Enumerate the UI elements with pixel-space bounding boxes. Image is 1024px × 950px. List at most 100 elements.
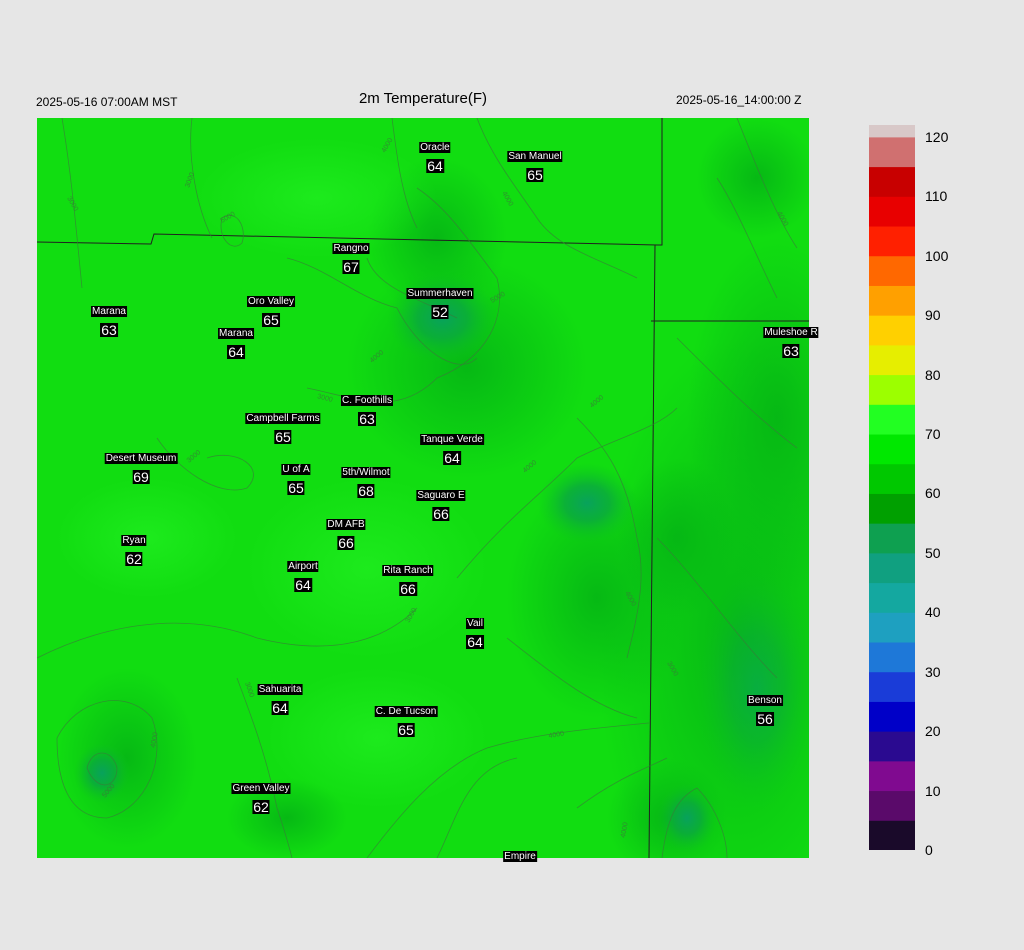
- station-benson: Benson 56: [747, 690, 783, 726]
- utc-time-label: 2025-05-16_14:00:00 Z: [676, 93, 802, 107]
- station-name: San Manuel: [507, 151, 563, 162]
- station-temp: 65: [526, 167, 544, 183]
- station-name: Oro Valley: [247, 296, 295, 307]
- station-temp: 64: [466, 634, 484, 650]
- station-name: Benson: [747, 695, 783, 706]
- station-name: Sahuarita: [257, 684, 303, 695]
- colorbar-label: 40: [925, 604, 941, 621]
- temperature-colorbar: [869, 125, 915, 850]
- colorbar-band: [869, 642, 915, 673]
- station-temp: 65: [274, 429, 292, 445]
- colorbar-label: 20: [925, 723, 941, 740]
- colorbar-band: [869, 612, 915, 643]
- station-temp: 63: [100, 322, 118, 338]
- station-temp: 66: [337, 535, 355, 551]
- station-marana-west: Marana 63: [91, 301, 127, 337]
- station-name: Airport: [287, 561, 319, 572]
- station-5th-wilmot: 5th/Wilmot 68: [341, 462, 391, 499]
- station-name: DM AFB: [326, 519, 366, 530]
- colorbar-band: [869, 125, 915, 138]
- colorbar-band: [869, 523, 915, 554]
- station-name: Tanque Verde: [420, 434, 484, 445]
- station-name: Saguaro E: [416, 490, 466, 501]
- colorbar-label: 70: [925, 426, 941, 443]
- station-temp: 64: [271, 700, 289, 716]
- station-temp: 64: [426, 158, 444, 174]
- station-empire: Empire: [503, 846, 537, 864]
- colorbar-band: [869, 552, 915, 584]
- station-temp: 62: [252, 799, 270, 815]
- colorbar-band: [869, 731, 915, 762]
- station-name: Summerhaven: [406, 288, 474, 299]
- station-temp: 65: [262, 312, 280, 328]
- station-temp: 62: [125, 551, 143, 567]
- station-name: Rangno: [332, 243, 370, 254]
- station-tanque-verde: Tanque Verde 64: [420, 429, 484, 465]
- station-saguaro-e: Saguaro E 66: [416, 485, 466, 522]
- colorbar-band: [869, 463, 915, 494]
- station-airport: Airport 64: [287, 556, 319, 592]
- local-time-label: 2025-05-16 07:00AM MST: [36, 95, 178, 109]
- station-sahuarita: Sahuarita 64: [257, 679, 303, 716]
- colorbar-band: [869, 226, 915, 257]
- colorbar-band: [869, 820, 915, 850]
- colorbar-band: [869, 760, 915, 792]
- colorbar-band: [869, 255, 915, 286]
- colorbar-band: [869, 374, 915, 405]
- station-vail: Vail 64: [466, 613, 484, 649]
- station-san-manuel: San Manuel 65: [507, 146, 563, 183]
- station-c-de-tucson: C. De Tucson 65: [374, 701, 438, 738]
- station-name: Muleshoe R: [763, 327, 819, 338]
- station-temp: 63: [782, 343, 800, 359]
- station-dm-afb: DM AFB 66: [326, 514, 366, 551]
- station-temp: 65: [287, 480, 305, 496]
- station-temp: 65: [397, 722, 415, 738]
- station-rita-ranch: Rita Ranch 66: [382, 560, 434, 597]
- colorbar-band: [869, 285, 915, 316]
- colorbar-band: [869, 166, 915, 197]
- station-name: U of A: [281, 464, 311, 475]
- station-summerhaven: Summerhaven 52: [406, 283, 474, 320]
- colorbar-band: [869, 404, 915, 435]
- colorbar-label: 110: [925, 188, 948, 205]
- colorbar-band: [869, 136, 915, 168]
- station-temp: 64: [227, 344, 245, 360]
- station-u-of-a: U of A 65: [281, 459, 311, 496]
- station-desert-museum: Desert Museum 69: [104, 448, 178, 484]
- colorbar-label: 120: [925, 128, 949, 145]
- station-temp: 66: [399, 581, 417, 597]
- colorbar-band: [869, 196, 915, 227]
- station-temp: 56: [756, 711, 774, 727]
- colorbar-band: [869, 344, 915, 376]
- colorbar-band: [869, 434, 915, 465]
- station-temp: 68: [357, 483, 375, 499]
- colorbar-band: [869, 790, 915, 821]
- station-rangno: Rangno 67: [332, 238, 370, 274]
- colorbar-label: 50: [925, 544, 941, 561]
- colorbar-band: [869, 701, 915, 732]
- colorbar-label: 0: [925, 842, 933, 858]
- station-green-valley: Green Valley 62: [231, 778, 291, 815]
- station-name: Rita Ranch: [382, 565, 434, 576]
- station-name: Vail: [466, 618, 484, 629]
- station-temp: 64: [443, 450, 461, 466]
- station-name: Campbell Farms: [245, 413, 321, 424]
- station-c-foothills: C. Foothills 63: [340, 390, 394, 426]
- station-name: Empire: [503, 851, 537, 862]
- colorbar-label: 10: [925, 782, 941, 799]
- station-marana: Marana 64: [218, 323, 254, 359]
- station-name: Ryan: [121, 535, 147, 546]
- station-name: 5th/Wilmot: [341, 467, 391, 478]
- colorbar-label: 60: [925, 485, 941, 502]
- station-name: C. Foothills: [340, 395, 394, 406]
- station-name: C. De Tucson: [374, 706, 438, 717]
- colorbar-label: 90: [925, 307, 941, 324]
- colorbar-band: [869, 671, 915, 702]
- station-temp: 52: [431, 304, 449, 320]
- colorbar-band: [869, 315, 915, 346]
- station-oro-valley: Oro Valley 65: [247, 291, 295, 327]
- station-temp: 66: [432, 506, 450, 522]
- station-name: Oracle: [419, 142, 451, 153]
- colorbar-label: 30: [925, 663, 941, 680]
- colorbar-band: [869, 493, 915, 524]
